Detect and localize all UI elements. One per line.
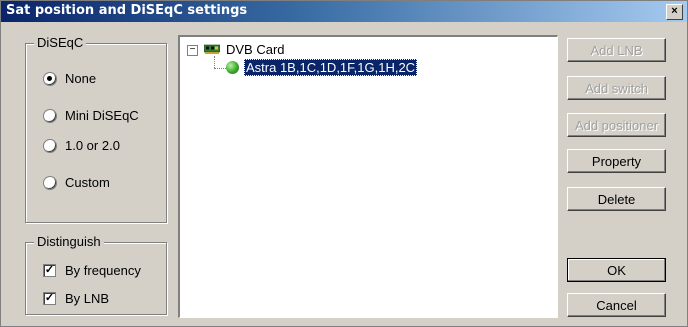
radio-button[interactable]	[43, 108, 57, 123]
delete-button[interactable]: Delete	[567, 187, 666, 211]
title-bar[interactable]: Sat position and DiSEqC settings ×	[1, 1, 687, 22]
dialog-window: Sat position and DiSEqC settings × DiSEq…	[0, 0, 688, 327]
window-title: Sat position and DiSEqC settings	[6, 3, 248, 18]
cancel-button[interactable]: Cancel	[567, 293, 666, 317]
radio-button[interactable]	[43, 138, 57, 153]
device-tree[interactable]: − DVB Card Astra 1B,1C,1D,1F,1G,1H,2C	[178, 35, 558, 318]
diseqc-legend: DiSEqC	[34, 35, 87, 50]
radio-mini-diseqc[interactable]: Mini DiSEqC	[43, 108, 139, 123]
add-switch-button[interactable]: Add switch	[567, 76, 666, 100]
distinguish-legend: Distinguish	[34, 234, 104, 249]
radio-diseqc-1-2-label: 1.0 or 2.0	[65, 138, 120, 153]
tree-connector	[214, 68, 226, 69]
radio-custom[interactable]: Custom	[43, 175, 110, 190]
collapse-icon[interactable]: −	[187, 45, 198, 56]
tree-node-astra[interactable]: Astra 1B,1C,1D,1F,1G,1H,2C	[244, 59, 418, 76]
add-positioner-button[interactable]: Add positioner	[567, 113, 666, 137]
checkbox[interactable]: ✓	[43, 292, 56, 305]
tree-connector	[214, 56, 215, 68]
radio-button[interactable]	[43, 175, 57, 190]
radio-diseqc-1-2[interactable]: 1.0 or 2.0	[43, 138, 120, 153]
radio-none[interactable]: None	[43, 71, 96, 86]
radio-none-label: None	[65, 71, 97, 86]
diseqc-group-frame	[25, 43, 167, 223]
radio-button[interactable]	[43, 71, 57, 86]
radio-custom-label: Custom	[65, 175, 110, 190]
ok-button[interactable]: OK	[567, 258, 666, 282]
radio-mini-diseqc-label: Mini DiSEqC	[65, 108, 139, 123]
close-button[interactable]: ×	[666, 4, 683, 20]
satellite-icon	[226, 61, 239, 74]
property-button[interactable]: Property	[567, 149, 666, 173]
checkbox-by-lnb-label: By LNB	[65, 291, 110, 306]
checkbox[interactable]: ✓	[43, 264, 56, 277]
checkbox-by-frequency-label: By frequency	[65, 263, 141, 278]
tree-node-dvb-card[interactable]: DVB Card	[226, 42, 285, 57]
checkbox-by-lnb[interactable]: ✓ By LNB	[43, 291, 109, 306]
add-lnb-button[interactable]: Add LNB	[567, 38, 666, 62]
checkbox-by-frequency[interactable]: ✓ By frequency	[43, 263, 141, 278]
pci-card-icon	[204, 44, 220, 54]
